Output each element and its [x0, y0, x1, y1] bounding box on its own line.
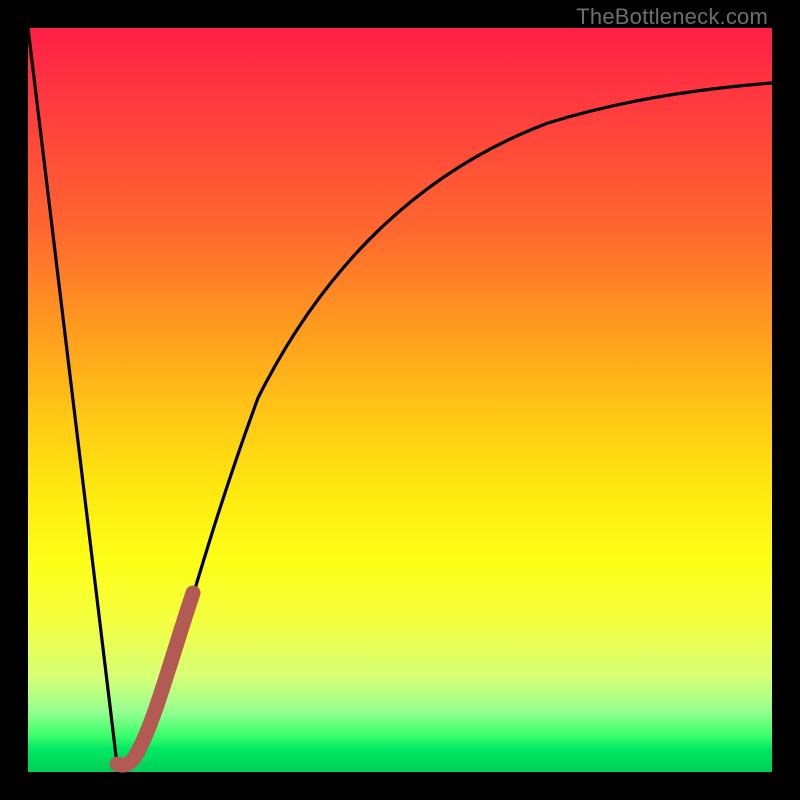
chart-frame: TheBottleneck.com [0, 0, 800, 800]
highlight-segment [117, 593, 193, 765]
bottleneck-curve [28, 28, 772, 765]
chart-svg [28, 28, 772, 772]
attribution-text: TheBottleneck.com [576, 4, 768, 30]
